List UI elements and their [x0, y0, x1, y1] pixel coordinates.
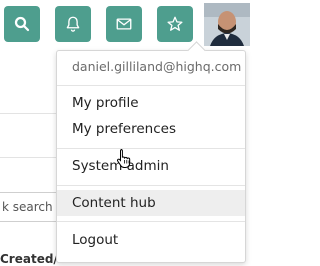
bell-icon [66, 16, 80, 32]
mail-icon [116, 18, 132, 30]
star-icon [167, 16, 183, 31]
menu-divider [57, 221, 245, 222]
menu-item-system-admin[interactable]: System admin [57, 153, 245, 179]
background-content [0, 48, 60, 263]
favorites-button[interactable] [157, 6, 193, 42]
user-dropdown-menu: daniel.gilliland@highq.com My profile My… [56, 41, 246, 263]
messages-button[interactable] [106, 6, 142, 42]
hand-cursor-icon [116, 149, 131, 168]
menu-item-content-hub[interactable]: Content hub [57, 190, 245, 216]
top-bar [0, 0, 250, 48]
menu-divider [57, 185, 245, 186]
search-icon [14, 16, 30, 32]
menu-divider [57, 85, 245, 86]
user-avatar[interactable] [204, 3, 250, 46]
divider [0, 157, 56, 158]
menu-item-my-preferences[interactable]: My preferences [57, 116, 245, 142]
background-search-input[interactable]: k search i [0, 192, 62, 222]
notifications-button[interactable] [55, 6, 91, 42]
search-button[interactable] [4, 6, 40, 42]
menu-item-logout[interactable]: Logout [57, 227, 245, 253]
divider [0, 113, 56, 114]
user-email: daniel.gilliland@highq.com [72, 59, 242, 74]
menu-item-my-profile[interactable]: My profile [57, 90, 245, 116]
menu-divider [57, 148, 245, 149]
